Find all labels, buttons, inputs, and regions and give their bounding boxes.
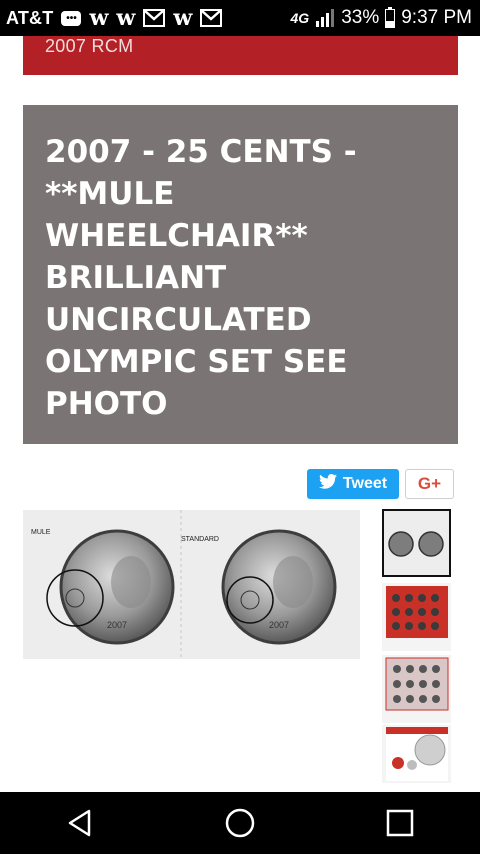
w-app-icon: w [173, 5, 193, 31]
gplus-label: G+ [417, 474, 442, 493]
thumbnail-2[interactable] [382, 583, 451, 651]
carrier-name: AT&T [6, 7, 54, 28]
gmail-icon [200, 9, 223, 27]
google-plus-button[interactable]: G+ [405, 469, 454, 499]
product-title-box: 2007 - 25 CENTS - **MULE WHEELCHAIR** BR… [23, 105, 458, 444]
w-app-icon: w [116, 5, 136, 31]
back-icon [68, 809, 91, 837]
battery-icon [385, 6, 396, 28]
thumbnail-3[interactable] [382, 655, 451, 723]
recents-button[interactable] [370, 793, 430, 853]
w-app-icon: w [89, 5, 109, 31]
coin-comparison-image: MULE STANDARD 2007 2007 [23, 510, 360, 659]
status-bar: AT&T ••• w w w 4G 33% 9:37 PM [0, 0, 480, 36]
standard-label: STANDARD [181, 536, 219, 543]
back-button[interactable] [50, 793, 110, 853]
tweet-label: Tweet [342, 475, 388, 492]
brand-banner[interactable]: 2007 RCM [23, 36, 458, 75]
battery-percent: 33% [341, 7, 380, 28]
tweet-button[interactable]: Tweet [307, 469, 399, 499]
navigation-bar [0, 792, 480, 854]
thumbnail-3-image [385, 657, 449, 711]
thumbnail-4-image [386, 727, 448, 781]
mule-coin-year: 2007 [107, 620, 127, 630]
gmail-icon [143, 9, 166, 27]
recents-icon [386, 809, 414, 837]
thumbnail-2-image [386, 586, 448, 638]
signal-icon [315, 9, 335, 27]
standard-coin-year: 2007 [269, 620, 289, 630]
thumbnail-1-image [384, 511, 449, 575]
mule-label: MULE [31, 529, 51, 536]
product-title: 2007 - 25 CENTS - **MULE WHEELCHAIR** BR… [45, 134, 357, 422]
thumbnail-4[interactable] [382, 725, 451, 783]
twitter-bird-icon [318, 474, 337, 494]
home-button[interactable] [210, 793, 270, 853]
banner-text: 2007 RCM [45, 36, 134, 56]
network-type: 4G [290, 10, 310, 26]
clock: 9:37 PM [401, 7, 472, 28]
main-product-photo[interactable]: MULE STANDARD 2007 2007 [23, 510, 360, 659]
message-icon: ••• [61, 10, 82, 26]
thumbnail-1[interactable] [382, 509, 451, 577]
home-icon [225, 808, 255, 838]
